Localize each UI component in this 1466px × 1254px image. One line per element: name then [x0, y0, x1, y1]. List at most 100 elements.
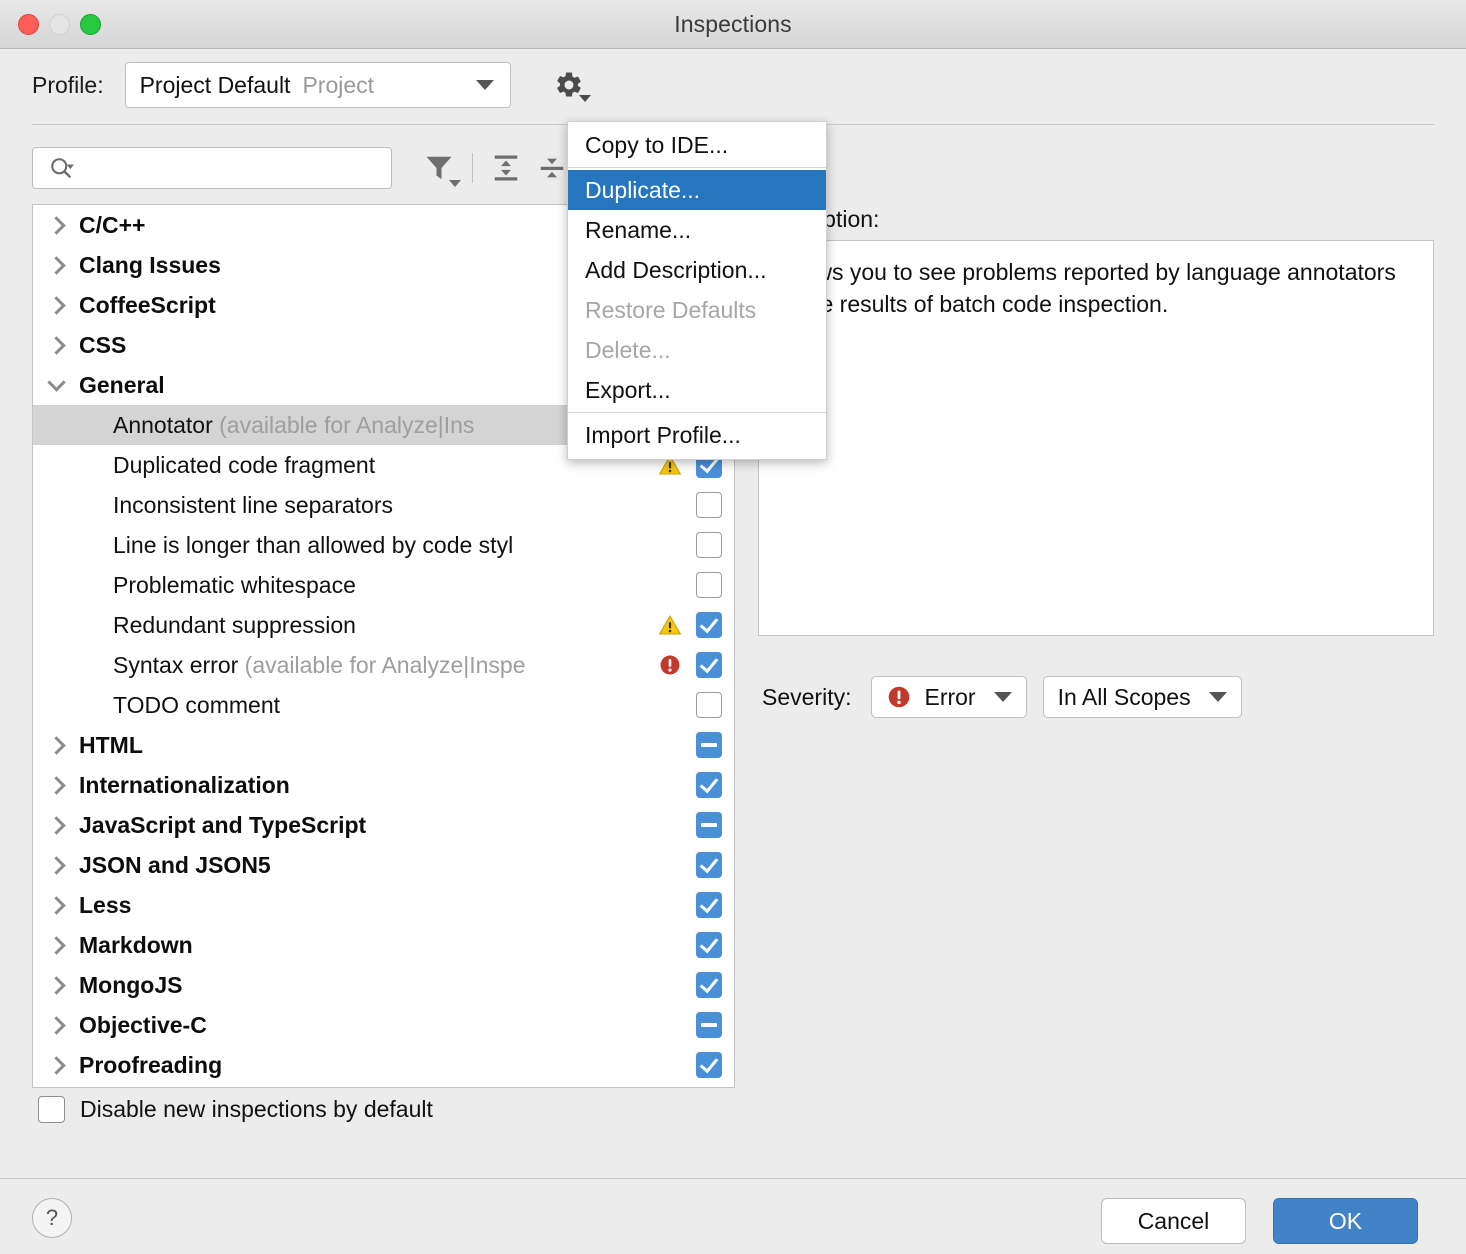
tree-row[interactable]: Markdown — [33, 925, 734, 965]
tree-row-controls — [658, 645, 722, 685]
tree-row[interactable]: Inconsistent line separators — [33, 485, 734, 525]
tree-row[interactable]: JavaScript and TypeScript — [33, 805, 734, 845]
tree-row[interactable]: HTML — [33, 725, 734, 765]
cancel-button[interactable]: Cancel — [1101, 1198, 1246, 1244]
tree-row[interactable]: JSON and JSON5 — [33, 845, 734, 885]
scope-combobox[interactable]: In All Scopes — [1042, 676, 1242, 718]
tree-row[interactable]: Syntax error (available for Analyze|Insp… — [33, 645, 734, 685]
disable-new-inspections-checkbox[interactable] — [38, 1096, 65, 1123]
tree-row-checkbox[interactable] — [696, 652, 722, 678]
severity-combobox[interactable]: Error — [871, 676, 1027, 718]
twisty-glyph — [46, 975, 66, 995]
title-bar: Inspections — [0, 0, 1466, 49]
error-icon — [658, 653, 682, 677]
tree-row-checkbox[interactable] — [696, 812, 722, 838]
tree-row-checkbox[interactable] — [696, 732, 722, 758]
twisty-glyph — [46, 855, 66, 875]
tree-item-hint: (available for Analyze|Ins — [212, 411, 475, 438]
filter-button[interactable] — [416, 147, 462, 189]
tree-row-checkbox[interactable] — [696, 1012, 722, 1038]
severity-label: Severity: — [762, 683, 852, 710]
profile-combobox[interactable]: Project Default Project — [124, 62, 511, 108]
twisty-glyph — [46, 1015, 66, 1035]
tree-row-checkbox[interactable] — [696, 572, 722, 598]
tree-row-checkbox[interactable] — [696, 532, 722, 558]
tree-row-checkbox[interactable] — [696, 892, 722, 918]
tree-row[interactable]: Redundant suppression — [33, 605, 734, 645]
tree-row-checkbox[interactable] — [696, 852, 722, 878]
chevron-right-icon[interactable] — [33, 335, 79, 355]
chevron-right-icon[interactable] — [33, 735, 79, 755]
menu-item[interactable]: Duplicate... — [568, 170, 826, 210]
menu-item[interactable]: Copy to IDE... — [568, 125, 826, 165]
menu-item: Restore Defaults — [585, 296, 757, 323]
tree-row-checkbox[interactable] — [696, 932, 722, 958]
severity-placeholder — [658, 533, 682, 557]
chevron-right-icon[interactable] — [33, 1015, 79, 1035]
chevron-right-icon[interactable] — [33, 295, 79, 315]
chevron-right-icon[interactable] — [33, 255, 79, 275]
tree-row[interactable]: TODO comment — [33, 685, 734, 725]
profile-context-menu[interactable]: Copy to IDE... Duplicate... Rename... Add D… — [567, 121, 827, 460]
tree-row-checkbox[interactable] — [696, 692, 722, 718]
twisty-glyph — [46, 255, 66, 275]
menu-item[interactable]: Rename... — [568, 210, 826, 250]
menu-padding — [568, 455, 826, 459]
chevron-right-icon[interactable] — [33, 775, 79, 795]
maximize-window-button[interactable] — [80, 14, 101, 35]
tree-row[interactable]: Proofreading — [33, 1045, 734, 1085]
menu-item[interactable]: Import Profile... — [568, 415, 826, 455]
profile-scope: Project — [302, 71, 375, 98]
severity-placeholder — [658, 493, 682, 517]
tree-group-label: JavaScript and TypeScript — [79, 811, 367, 838]
profile-name: Project Default — [139, 71, 291, 98]
tree-row-controls — [658, 485, 722, 525]
disable-new-inspections-label: Disable new inspections by default — [80, 1096, 433, 1122]
severity-placeholder — [658, 773, 682, 797]
tree-row-checkbox[interactable] — [696, 772, 722, 798]
help-button[interactable]: ? — [32, 1198, 72, 1238]
tree-row-checkbox[interactable] — [696, 612, 722, 638]
menu-item: Delete... — [585, 336, 671, 363]
tree-row[interactable]: Objective-C — [33, 1005, 734, 1045]
tree-row[interactable]: Problematic whitespace — [33, 565, 734, 605]
chevron-right-icon[interactable] — [33, 1055, 79, 1075]
disable-new-inspections-row[interactable]: Disable new inspections by default — [38, 1096, 433, 1123]
twisty-glyph — [46, 372, 66, 392]
chevron-down-icon[interactable] — [33, 372, 79, 392]
description-box: Allows you to see problems reported by l… — [758, 240, 1434, 636]
chevron-down-icon — [449, 180, 461, 187]
chevron-right-icon[interactable] — [33, 815, 79, 835]
chevron-right-icon[interactable] — [33, 895, 79, 915]
tree-item-label: Annotator (available for Analyze|Ins — [113, 411, 475, 438]
chevron-right-icon[interactable] — [33, 215, 79, 235]
expand-all-button[interactable] — [483, 147, 529, 189]
twisty-glyph — [46, 815, 66, 835]
tree-row-checkbox[interactable] — [696, 492, 722, 518]
chevron-right-icon[interactable] — [33, 935, 79, 955]
tree-row-controls — [658, 565, 722, 605]
tree-row-checkbox[interactable] — [696, 1052, 722, 1078]
tree-row[interactable]: Less — [33, 885, 734, 925]
tree-group-label: CoffeeScript — [79, 291, 216, 318]
menu-item[interactable]: Export... — [568, 370, 826, 410]
tree-row-checkbox[interactable] — [696, 972, 722, 998]
search-input[interactable] — [32, 147, 392, 189]
chevron-right-icon[interactable] — [33, 975, 79, 995]
minimize-window-button[interactable] — [49, 14, 70, 35]
close-window-button[interactable] — [18, 14, 39, 35]
menu-item[interactable]: Add Description... — [568, 250, 826, 290]
tree-row[interactable]: MongoJS — [33, 965, 734, 1005]
twisty-glyph — [46, 935, 66, 955]
tree-group-label: Markdown — [79, 931, 193, 958]
profile-settings-button[interactable] — [549, 65, 591, 105]
footer-divider — [0, 1178, 1466, 1179]
tree-row[interactable]: Internationalization — [33, 765, 734, 805]
tree-row-controls — [658, 1045, 722, 1085]
tree-item-label: Inconsistent line separators — [113, 491, 393, 518]
tree-row[interactable]: Line is longer than allowed by code styl — [33, 525, 734, 565]
tree-group-label: Less — [79, 891, 132, 918]
profile-label: Profile: — [32, 71, 104, 98]
chevron-right-icon[interactable] — [33, 855, 79, 875]
ok-button[interactable]: OK — [1273, 1198, 1418, 1244]
